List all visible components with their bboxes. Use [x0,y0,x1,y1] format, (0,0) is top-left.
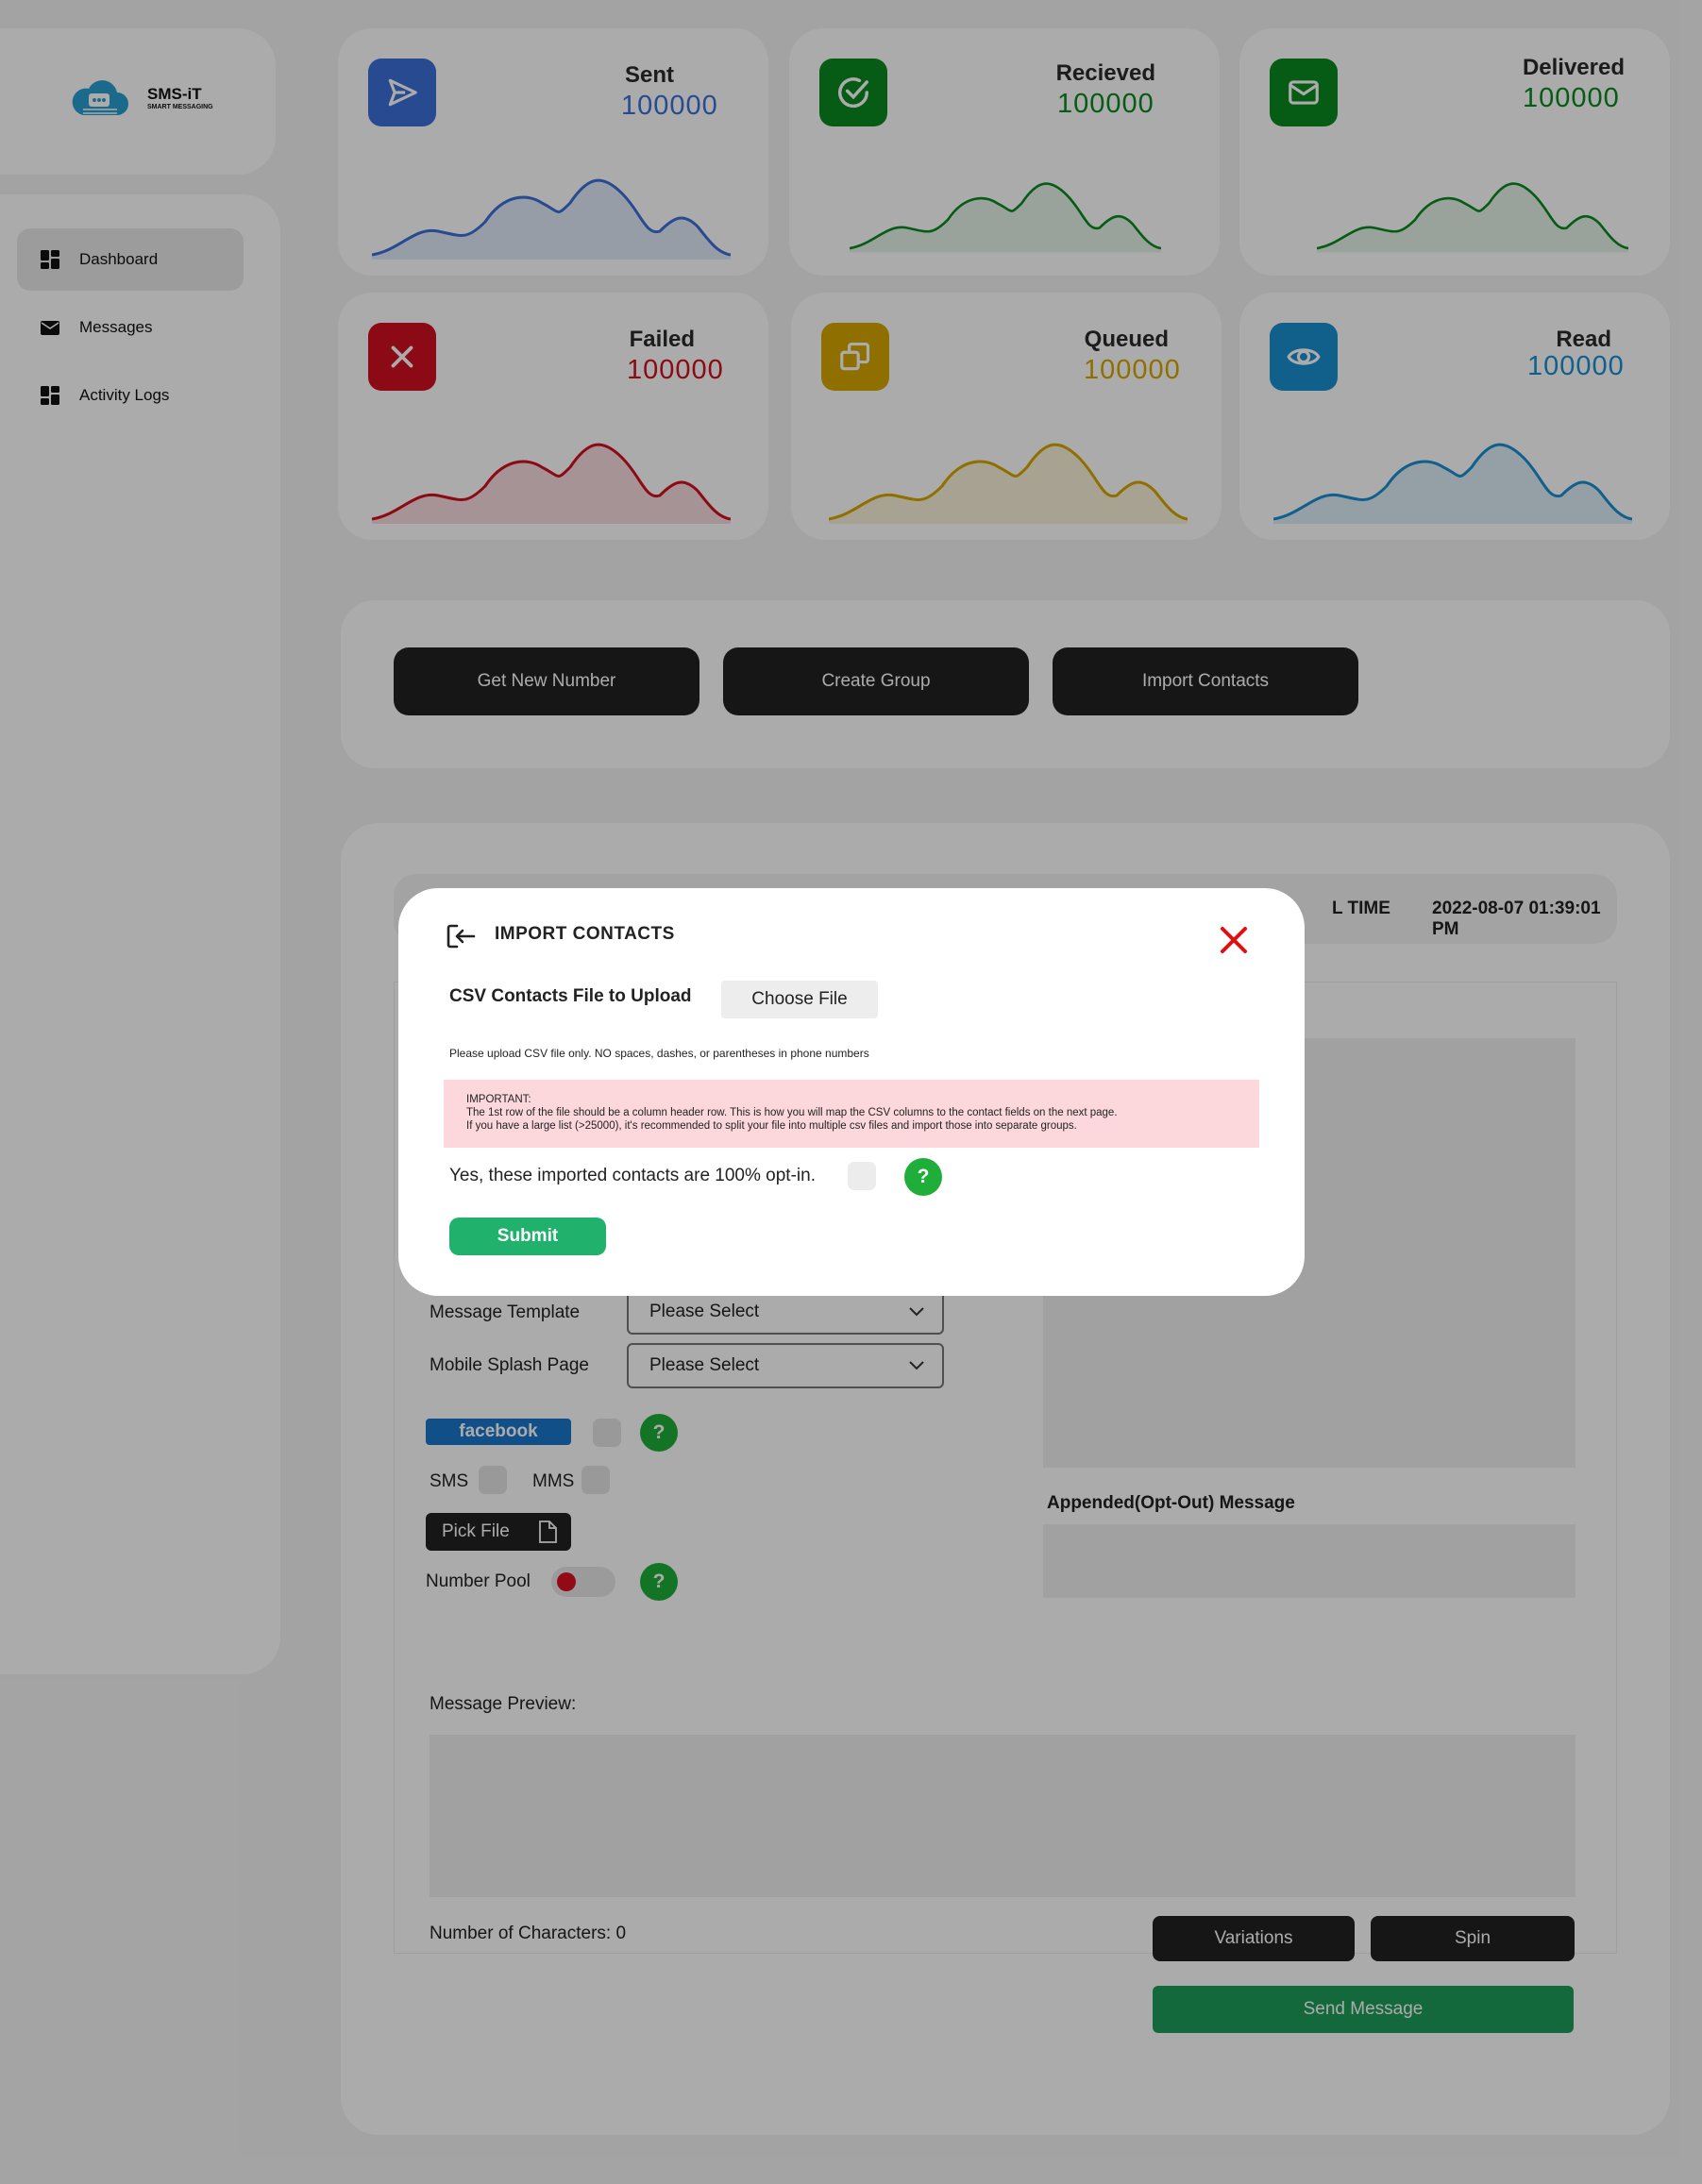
import-icon [447,924,476,949]
alert-heading: IMPORTANT: [466,1094,531,1105]
modal-title: IMPORT CONTACTS [495,924,675,944]
optin-checkbox[interactable] [848,1162,876,1190]
choose-file-button[interactable]: Choose File [721,981,878,1018]
csv-file-label: CSV Contacts File to Upload [449,986,692,1006]
important-alert: IMPORTANT: The 1st row of the file shoul… [444,1080,1259,1148]
import-contacts-modal: IMPORT CONTACTS CSV Contacts File to Upl… [398,888,1305,1296]
alert-text-1: The 1st row of the file should be a colu… [466,1107,1118,1118]
optin-help-button[interactable]: ? [904,1158,942,1196]
upload-hint: Please upload CSV file only. NO spaces, … [449,1047,869,1060]
alert-text-2: If you have a large list (>25000), it's … [466,1120,1077,1132]
submit-button[interactable]: Submit [449,1218,606,1255]
optin-label: Yes, these imported contacts are 100% op… [449,1166,816,1185]
close-icon[interactable] [1218,924,1250,956]
